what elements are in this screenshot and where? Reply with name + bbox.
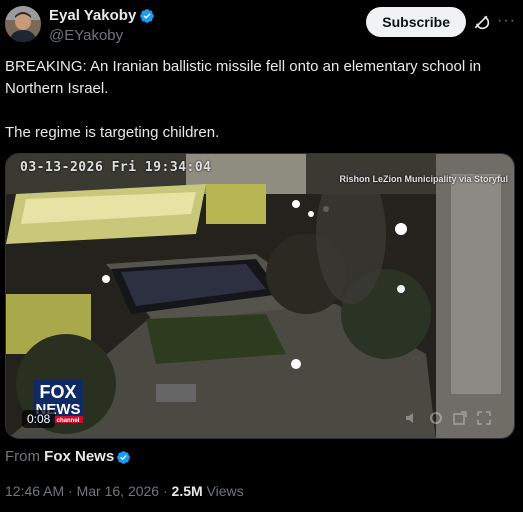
- subscribe-button[interactable]: Subscribe: [366, 7, 466, 37]
- video-credit: Rishon LeZion Municipality via Storyful: [339, 174, 508, 184]
- fox-logo-sub: channel: [57, 418, 80, 424]
- tweet-text-line1: BREAKING: An Iranian ballistic missile f…: [5, 58, 482, 97]
- settings-gear-icon[interactable]: [428, 410, 444, 426]
- source-attribution: From Fox News: [5, 448, 131, 465]
- more-dots-icon[interactable]: ···: [497, 12, 515, 32]
- source-link[interactable]: Fox News: [44, 448, 114, 465]
- avatar[interactable]: [5, 6, 41, 42]
- fullscreen-icon[interactable]: [476, 410, 492, 426]
- verified-badge-icon: [140, 8, 155, 23]
- tweet-timestamp[interactable]: 12:46 AM · Mar 16, 2026 ·: [5, 483, 172, 499]
- views-label: Views: [202, 483, 244, 499]
- grok-icon[interactable]: [471, 12, 491, 32]
- video-timestamp-overlay: 03-13-2026 Fri 19:34:04: [20, 160, 212, 175]
- tweet-header: Eyal Yakoby @EYakoby Subscribe ···: [5, 5, 515, 45]
- views-count: 2.5M: [171, 483, 203, 499]
- tweet-meta: 12:46 AM · Mar 16, 2026 · 2.5M Views: [5, 483, 244, 499]
- source-verified-badge-icon: [117, 450, 131, 464]
- video-player[interactable]: 03-13-2026 Fri 19:34:04 Rishon LeZion Mu…: [5, 153, 515, 439]
- fox-logo-top: FOX: [39, 382, 76, 402]
- author-names: Eyal Yakoby @EYakoby: [49, 7, 155, 44]
- popout-icon[interactable]: [452, 410, 468, 426]
- video-duration: 0:08: [22, 410, 56, 428]
- tweet-text-line2: The regime is targeting children.: [5, 124, 220, 141]
- author-handle[interactable]: @EYakoby: [49, 27, 155, 44]
- author-display-name[interactable]: Eyal Yakoby: [49, 7, 136, 24]
- tweet-body: BREAKING: An Iranian ballistic missile f…: [5, 56, 515, 166]
- volume-icon[interactable]: [404, 410, 420, 426]
- source-prefix: From: [5, 448, 40, 465]
